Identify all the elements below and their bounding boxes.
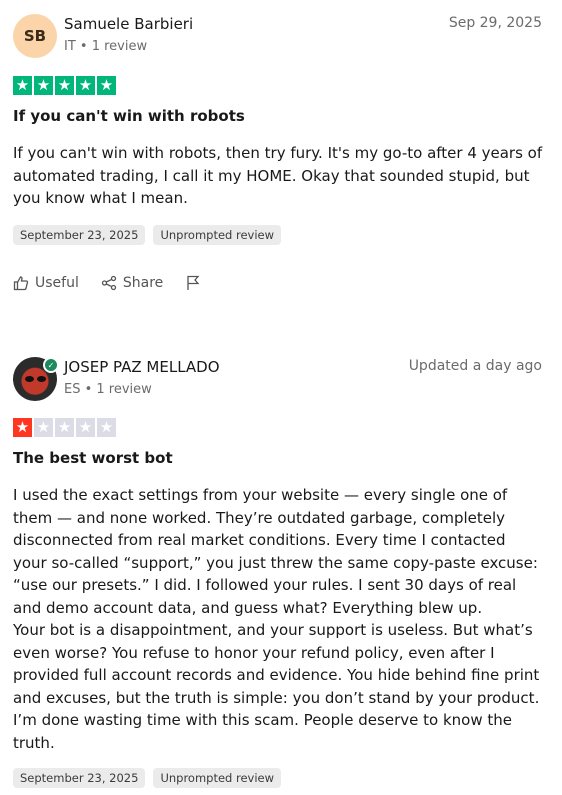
review-tags: September 23, 2025 Unprompted review bbox=[13, 768, 282, 788]
review-title[interactable]: The best worst bot bbox=[13, 449, 173, 467]
avatar-image bbox=[37, 376, 46, 382]
reviewer-name[interactable]: JOSEP PAZ MELLADO bbox=[64, 358, 220, 376]
verified-check-icon: ✓ bbox=[43, 357, 59, 373]
star-icon: ★ bbox=[34, 418, 53, 437]
reviewer-meta: ES • 1 review bbox=[64, 382, 152, 397]
review-card: ✓ JOSEP PAZ MELLADO ES • 1 review Update… bbox=[0, 0, 562, 795]
experience-date-tag: September 23, 2025 bbox=[13, 768, 146, 788]
star-icon: ★ bbox=[13, 418, 32, 437]
avatar-image bbox=[25, 376, 34, 382]
star-icon: ★ bbox=[55, 418, 74, 437]
star-icon: ★ bbox=[76, 418, 95, 437]
unprompted-review-tag[interactable]: Unprompted review bbox=[153, 768, 282, 788]
star-rating: ★ ★ ★ ★ ★ bbox=[13, 418, 116, 437]
review-date: Updated a day ago bbox=[408, 358, 542, 374]
star-icon: ★ bbox=[97, 418, 116, 437]
review-body: I used the exact settings from your webs… bbox=[13, 486, 540, 752]
